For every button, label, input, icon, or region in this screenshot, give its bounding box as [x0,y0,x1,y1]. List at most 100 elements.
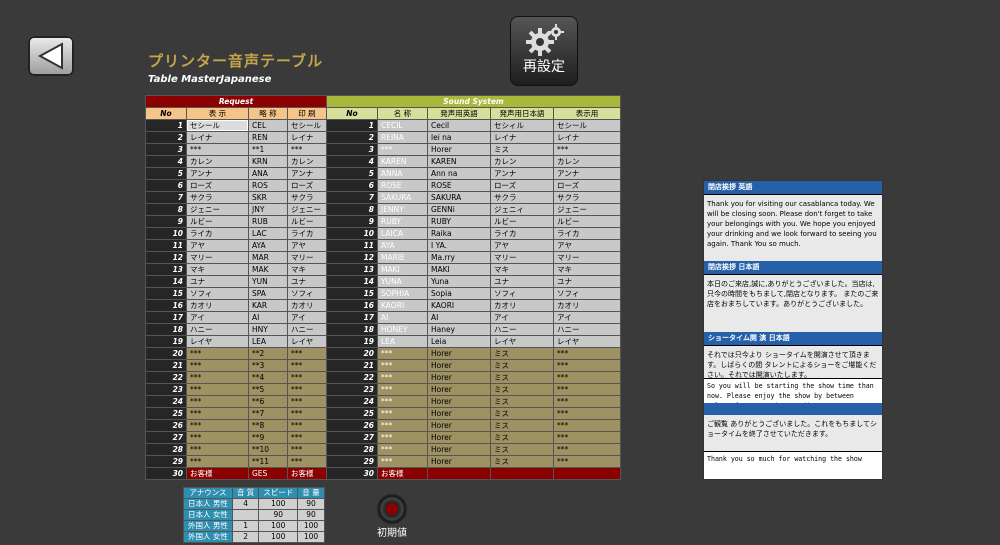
cell-pron-jp[interactable]: レイナ [490,131,554,144]
cell-abbr[interactable]: HNY [248,323,288,336]
cell-print[interactable]: カレン [287,155,327,168]
cell-name[interactable]: AYA [377,239,428,252]
cell-pron-en[interactable]: Horer [427,455,491,468]
cell-display[interactable]: アイ [186,311,249,324]
cell-pron-en[interactable]: Cecil [427,119,491,132]
cell-abbr[interactable]: MAR [248,251,288,264]
cell-pron-jp[interactable]: ソフィ [490,287,554,300]
cell-pron-jp[interactable]: ミス [490,347,554,360]
cell-display[interactable]: レイナ [186,131,249,144]
cell-abbr[interactable]: **3 [248,359,288,372]
cell-name[interactable]: LAICA [377,227,428,240]
cell-show-disp[interactable]: *** [553,407,621,420]
cell-pron-jp[interactable]: ミス [490,419,554,432]
cell-display[interactable]: ライカ [186,227,249,240]
announce-volume[interactable]: 90 [297,509,325,521]
cell-abbr[interactable]: AYA [248,239,288,252]
cell-name[interactable]: *** [377,359,428,372]
cell-abbr[interactable]: **9 [248,431,288,444]
cell-print[interactable]: *** [287,431,327,444]
cell-show-disp[interactable]: カオリ [553,299,621,312]
cell-pron-jp[interactable]: ミス [490,383,554,396]
cell-show-disp[interactable]: カレン [553,155,621,168]
cell-pron-jp[interactable]: ミス [490,407,554,420]
cell-abbr[interactable]: **6 [248,395,288,408]
cell-show-disp[interactable]: ソフィ [553,287,621,300]
announce-quality[interactable]: 4 [231,498,260,510]
cell-name[interactable]: HONEY [377,323,428,336]
cell-show-disp[interactable]: ユナ [553,275,621,288]
cell-abbr[interactable]: **2 [248,347,288,360]
cell-show-disp[interactable]: アヤ [553,239,621,252]
cell-pron-en[interactable]: Ma.rry [427,251,491,264]
cell-pron-jp[interactable]: ミス [490,371,554,384]
cell-abbr[interactable]: KAR [248,299,288,312]
cell-print[interactable]: アヤ [287,239,327,252]
cell-print[interactable]: ライカ [287,227,327,240]
cell-abbr[interactable]: SKR [248,191,288,204]
cell-abbr[interactable]: CEL [248,119,288,132]
cell-pron-en[interactable]: Leia [427,335,491,348]
back-button[interactable] [28,36,74,76]
cell-display[interactable]: *** [186,143,249,156]
cell-pron-en[interactable]: Horer [427,371,491,384]
cell-print[interactable]: *** [287,347,327,360]
cell-print[interactable]: *** [287,407,327,420]
cell-display[interactable]: アンナ [186,167,249,180]
cell-name[interactable]: SAKURA [377,191,428,204]
cell-pron-en[interactable]: GENNi [427,203,491,216]
announce-volume[interactable]: 100 [297,520,325,532]
cell-pron-jp[interactable]: アヤ [490,239,554,252]
cell-print[interactable]: *** [287,455,327,468]
cell-pron-en[interactable]: Haney [427,323,491,336]
cell-name[interactable]: YUNA [377,275,428,288]
cell-print[interactable]: ローズ [287,179,327,192]
cell-show-disp[interactable]: ルビー [553,215,621,228]
cell-abbr[interactable]: ROS [248,179,288,192]
showtime-en-text[interactable]: So you will be starting the show time th… [704,378,882,403]
cell-name[interactable]: *** [377,431,428,444]
cell-show-disp[interactable]: *** [553,359,621,372]
cell-display[interactable]: *** [186,443,249,456]
cell-pron-en[interactable]: Horer [427,359,491,372]
cell-display[interactable]: カレン [186,155,249,168]
cell-print[interactable]: セシール [287,119,327,132]
cell-name[interactable]: *** [377,383,428,396]
announce-speed[interactable]: 100 [258,498,299,510]
cell-show-disp[interactable]: *** [553,395,621,408]
cell-print[interactable]: ユナ [287,275,327,288]
cell-abbr[interactable]: **5 [248,383,288,396]
cell-pron-en[interactable]: KAORI [427,299,491,312]
cell-abbr[interactable]: YUN [248,275,288,288]
cell-display[interactable]: ソフィ [186,287,249,300]
cell-show-disp[interactable]: *** [553,383,621,396]
cell-name[interactable]: *** [377,407,428,420]
cell-abbr[interactable]: **11 [248,455,288,468]
cell-pron-en[interactable]: KAREN [427,155,491,168]
cell-display[interactable]: *** [186,455,249,468]
cell-show-disp[interactable]: *** [553,419,621,432]
cell-display[interactable]: カオリ [186,299,249,312]
cell-pron-jp[interactable]: ジェニィ [490,203,554,216]
cell-name[interactable]: KAORI [377,299,428,312]
cell-abbr[interactable]: **10 [248,443,288,456]
cell-name[interactable]: MAKI [377,263,428,276]
cell-print[interactable]: レイナ [287,131,327,144]
cell-pron-jp[interactable]: ハニー [490,323,554,336]
cell-print[interactable]: カオリ [287,299,327,312]
cell-pron-jp[interactable]: マリー [490,251,554,264]
cell-abbr[interactable]: GES [248,467,288,480]
cell-print[interactable]: ソフィ [287,287,327,300]
cell-name[interactable]: ANNA [377,167,428,180]
cell-pron-en[interactable]: AI [427,311,491,324]
cell-pron-en[interactable]: RUBY [427,215,491,228]
cell-name[interactable]: KAREN [377,155,428,168]
cell-pron-jp[interactable]: ミス [490,431,554,444]
showend-en-text[interactable]: Thank you so much for watching the show [704,451,882,472]
cell-show-disp[interactable]: ジェニー [553,203,621,216]
cell-abbr[interactable]: KRN [248,155,288,168]
cell-name[interactable]: RUBY [377,215,428,228]
announce-speed[interactable]: 90 [258,509,299,521]
cell-name[interactable]: CECIL [377,119,428,132]
cell-pron-jp[interactable]: ローズ [490,179,554,192]
